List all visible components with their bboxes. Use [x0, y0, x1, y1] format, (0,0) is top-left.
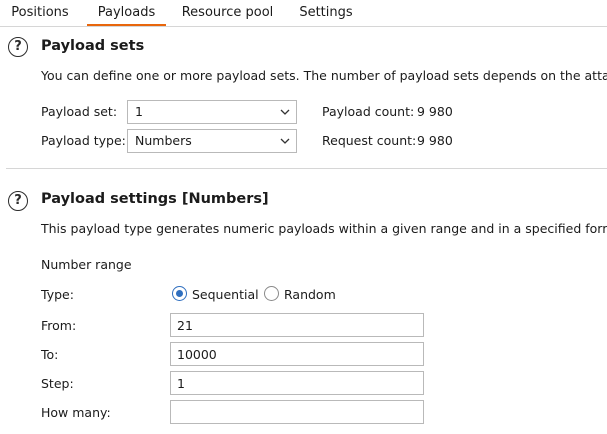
tab-bar: Positions Payloads Resource pool Setting… [0, 0, 607, 27]
payload-type-value: Numbers [135, 133, 192, 148]
intruder-payloads-panel: Positions Payloads Resource pool Setting… [0, 0, 607, 434]
to-label: To: [41, 347, 59, 362]
tab-payloads[interactable]: Payloads [87, 0, 166, 26]
section-divider [6, 168, 607, 169]
section-title-payload-sets: Payload sets [41, 38, 145, 54]
radio-random[interactable] [264, 286, 279, 301]
number-range-label: Number range [41, 257, 132, 272]
tab-resource-pool[interactable]: Resource pool [176, 0, 279, 26]
payload-count-label: Payload count: [322, 104, 415, 119]
to-input[interactable] [170, 342, 424, 366]
payload-set-value: 1 [135, 104, 143, 119]
payload-count-value: 9 980 [417, 104, 453, 119]
payload-settings-description: This payload type generates numeric payl… [41, 221, 607, 236]
from-label: From: [41, 318, 77, 333]
help-icon[interactable]: ? [8, 191, 28, 211]
radio-sequential-label[interactable]: Sequential [192, 287, 259, 302]
how-many-input[interactable] [170, 400, 424, 424]
chevron-down-icon [280, 138, 290, 144]
how-many-label: How many: [41, 405, 111, 420]
payload-set-label: Payload set: [41, 104, 118, 119]
payload-set-select[interactable]: 1 [127, 100, 297, 124]
chevron-down-icon [280, 109, 290, 115]
step-label: Step: [41, 376, 74, 391]
help-icon[interactable]: ? [8, 37, 28, 57]
step-input[interactable] [170, 371, 424, 395]
request-count-label: Request count: [322, 133, 417, 148]
radio-sequential[interactable] [172, 286, 187, 301]
radio-random-label[interactable]: Random [284, 287, 336, 302]
request-count-value: 9 980 [417, 133, 453, 148]
section-title-payload-settings: Payload settings [Numbers] [41, 191, 269, 207]
type-label: Type: [41, 287, 74, 302]
tab-positions[interactable]: Positions [0, 0, 80, 26]
payload-type-select[interactable]: Numbers [127, 129, 297, 153]
payload-type-label: Payload type: [41, 133, 126, 148]
payload-sets-description: You can define one or more payload sets.… [41, 68, 607, 83]
tab-settings[interactable]: Settings [290, 0, 362, 26]
from-input[interactable] [170, 313, 424, 337]
